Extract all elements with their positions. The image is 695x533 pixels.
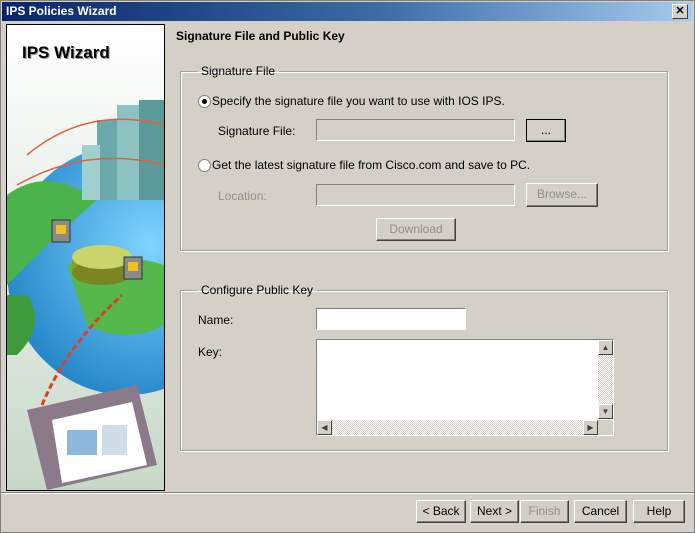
cisco-download-radio[interactable]: [198, 159, 211, 172]
name-label: Name:: [198, 313, 234, 327]
signature-file-group-label: Signature File: [201, 64, 276, 78]
public-key-group-label: Configure Public Key: [201, 283, 314, 297]
sidebar-title: IPS Wizard: [22, 43, 110, 62]
key-textarea[interactable]: ▲ ▼ ◀ ▶: [316, 339, 614, 436]
scroll-down-icon[interactable]: ▼: [598, 404, 613, 419]
key-label: Key:: [198, 345, 223, 359]
finish-button[interactable]: Finish: [520, 500, 569, 523]
location-label: Location:: [218, 189, 267, 203]
signature-file-field[interactable]: [316, 119, 515, 141]
location-browse-button[interactable]: Browse...: [526, 183, 598, 207]
cancel-button[interactable]: Cancel: [574, 500, 627, 523]
title-bar: IPS Policies Wizard ✕: [2, 2, 692, 21]
vertical-scrollbar[interactable]: ▲ ▼: [598, 340, 613, 419]
specify-file-label: Specify the signature file you want to u…: [212, 94, 505, 108]
close-icon[interactable]: ✕: [672, 4, 688, 19]
window-title: IPS Policies Wizard: [6, 4, 117, 18]
scroll-corner: [598, 420, 613, 435]
name-field[interactable]: [316, 308, 466, 330]
signature-file-browse-button[interactable]: ...: [526, 119, 566, 142]
page-title: Signature File and Public Key: [176, 29, 345, 43]
scroll-up-icon[interactable]: ▲: [598, 340, 613, 355]
location-field[interactable]: [316, 184, 515, 206]
footer-separator: [1, 492, 694, 494]
network-illustration: [7, 25, 164, 490]
signature-file-label: Signature File:: [218, 124, 296, 138]
download-button[interactable]: Download: [376, 218, 456, 241]
back-button[interactable]: < Back: [416, 500, 466, 523]
scroll-left-icon[interactable]: ◀: [317, 420, 332, 435]
wizard-window: IPS Policies Wizard ✕ IPS Wizard Signatu…: [0, 0, 695, 533]
horizontal-scrollbar[interactable]: ◀ ▶: [317, 420, 598, 435]
specify-file-radio[interactable]: [198, 95, 211, 108]
scroll-right-icon[interactable]: ▶: [583, 420, 598, 435]
wizard-illustration: IPS Wizard: [6, 24, 165, 491]
next-button[interactable]: Next >: [470, 500, 519, 523]
help-button[interactable]: Help: [633, 500, 685, 523]
cisco-download-label: Get the latest signature file from Cisco…: [212, 158, 531, 172]
